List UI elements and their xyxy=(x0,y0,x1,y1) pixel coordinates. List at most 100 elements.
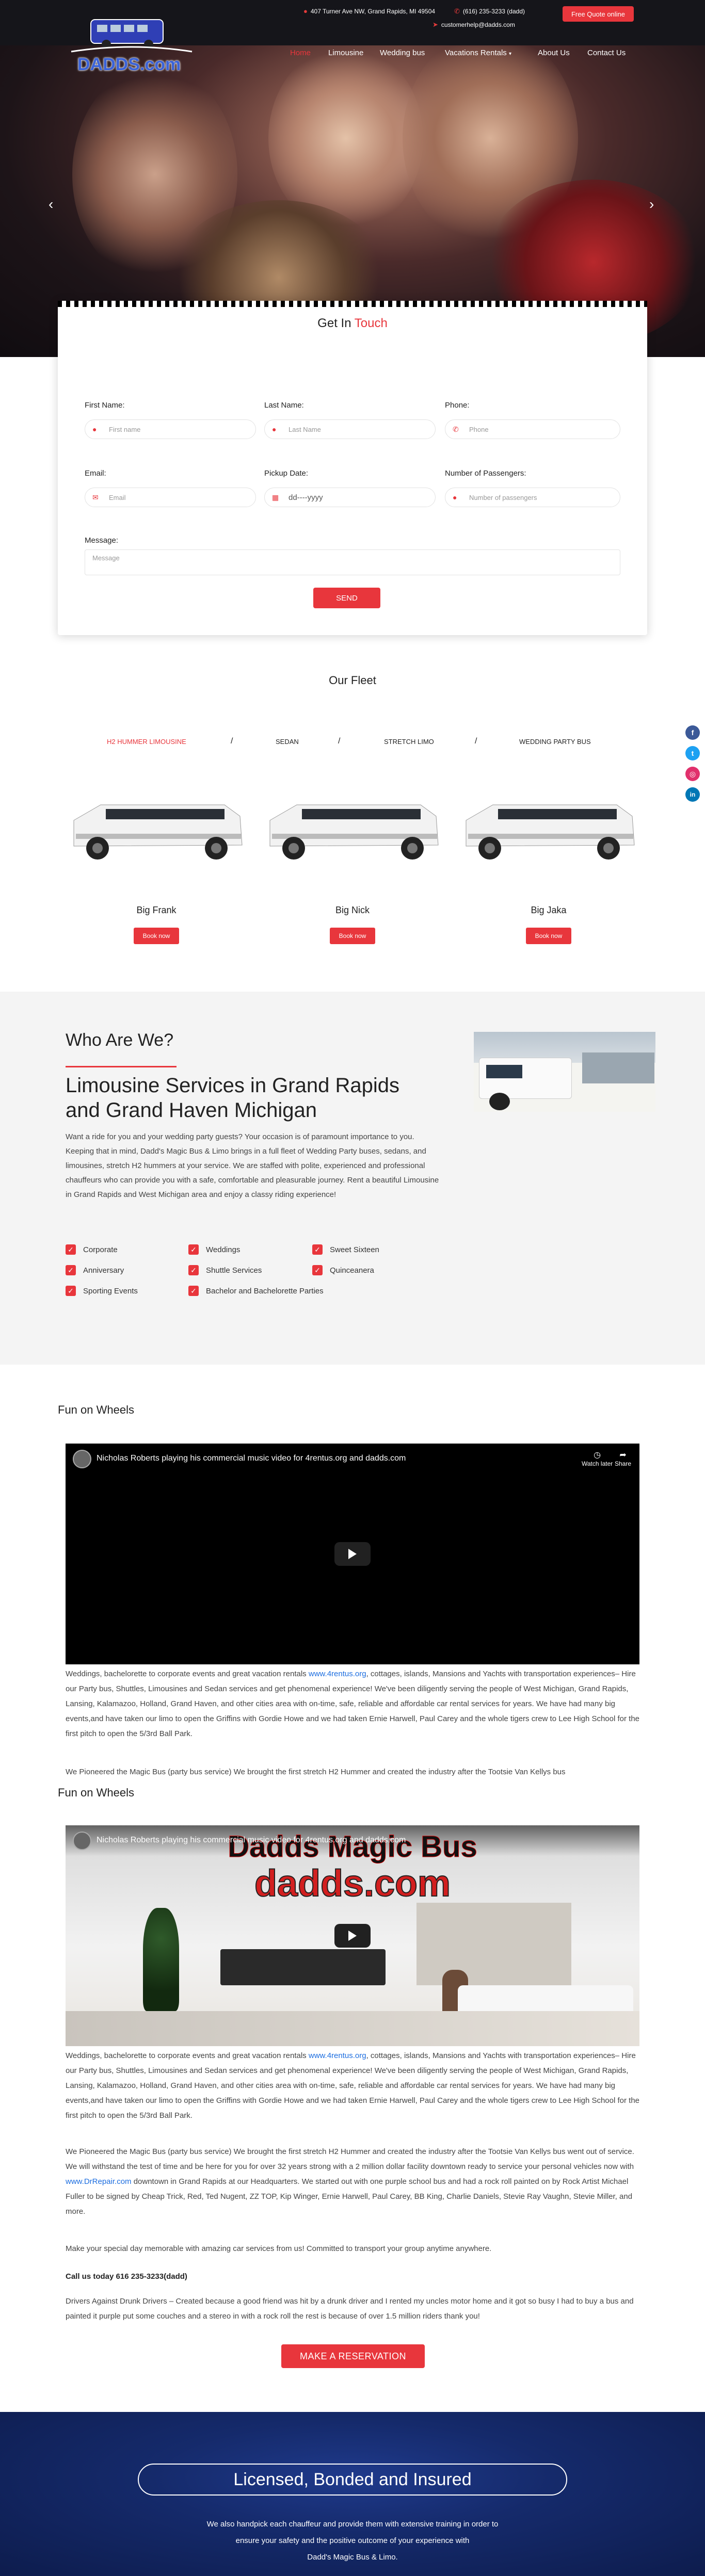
hummer-limo-image[interactable] xyxy=(266,784,441,872)
tab-wedding-party-bus[interactable]: WEDDING PARTY BUS xyxy=(519,738,591,746)
youtube-video-player[interactable]: Dadds Magic Bus dadds.com Nicholas Rober… xyxy=(66,1825,639,2046)
video2-paragraph-4: Drivers Against Drunk Drivers – Created … xyxy=(66,2297,634,2321)
contact-form-card: Get In Touch First Name: ● First name Las… xyxy=(58,301,647,635)
licensed-text-line: Dadd's Magic Bus & Limo. xyxy=(307,2553,398,2562)
play-button[interactable] xyxy=(334,1542,371,1566)
nav-wedding-bus[interactable]: Wedding bus xyxy=(380,48,425,57)
video-overlay-url: dadds.com xyxy=(254,1862,451,1905)
facebook-icon[interactable]: f xyxy=(685,725,700,740)
instagram-icon[interactable]: ◎ xyxy=(685,767,700,781)
who-heading: Limousine Services in Grand Rapids and G… xyxy=(66,1074,399,1122)
message-field[interactable]: Message xyxy=(85,549,620,575)
fun-on-wheels-title: Fun on Wheels xyxy=(58,1786,134,1799)
passengers-field[interactable]: ● Number of passengers xyxy=(445,488,620,507)
check-icon: ✓ xyxy=(66,1244,76,1255)
nav-about-us[interactable]: About Us xyxy=(538,48,570,57)
video-title[interactable]: Nicholas Roberts playing his commercial … xyxy=(97,1454,406,1463)
linkedin-icon[interactable]: in xyxy=(685,787,700,802)
4rentus-link[interactable]: www.4rentus.org xyxy=(309,1670,366,1678)
text-span: downtown in Grand Rapids at our Headquar… xyxy=(66,2177,633,2216)
email-text[interactable]: customerhelp@dadds.com xyxy=(441,21,515,28)
hummer-limo-image[interactable] xyxy=(70,784,245,872)
video2-paragraph-2: We Pioneered the Magic Bus (party bus se… xyxy=(66,2144,639,2219)
pickup-date-field[interactable]: ▦ dd----yyyy xyxy=(264,488,436,507)
make-reservation-button[interactable]: MAKE A RESERVATION xyxy=(281,2344,425,2368)
pickup-date-label: Pickup Date: xyxy=(264,469,309,478)
youtube-video-player[interactable]: Nicholas Roberts playing his commercial … xyxy=(66,1444,639,1664)
book-now-button[interactable]: Book now xyxy=(134,928,179,944)
licensed-text-line: ensure your safety and the positive outc… xyxy=(235,2536,470,2545)
play-button[interactable] xyxy=(334,1924,371,1948)
channel-avatar[interactable] xyxy=(73,1450,91,1468)
video1-paragraph-1: Weddings, bachelorette to corporate even… xyxy=(66,1666,639,1741)
text-span: , cottages, islands, Mansions and Yachts… xyxy=(66,1670,640,1738)
calendar-icon: ▦ xyxy=(272,493,279,501)
fleet-title: Our Fleet xyxy=(329,674,376,687)
who-title: Who Are We? xyxy=(66,1030,174,1050)
car-name: Big Jaka xyxy=(531,905,567,915)
users-icon: ● xyxy=(453,493,457,501)
phone-icon: ✆ xyxy=(453,425,459,433)
hero-prev-arrow[interactable]: ‹ xyxy=(49,196,53,213)
twitter-icon[interactable]: t xyxy=(685,746,700,760)
channel-avatar[interactable] xyxy=(73,1832,91,1850)
clock-icon: ◷ xyxy=(594,1451,601,1460)
check-icon: ✓ xyxy=(188,1286,199,1296)
logo[interactable]: DADDS.com xyxy=(66,14,197,92)
bus-image xyxy=(474,1032,655,1112)
service-sporting-events: ✓ Sporting Events xyxy=(66,1286,138,1296)
email-info[interactable]: ➤ customerhelp@dadds.com xyxy=(432,21,515,29)
4rentus-link[interactable]: www.4rentus.org xyxy=(309,2051,366,2060)
nav-home[interactable]: Home xyxy=(290,48,311,57)
logo-text: DADDS.com xyxy=(77,55,181,74)
last-name-field[interactable]: ● Last Name xyxy=(264,419,436,439)
tab-stretch-limo[interactable]: STRETCH LIMO xyxy=(384,738,434,746)
send-icon: ➤ xyxy=(432,21,438,28)
check-icon: ✓ xyxy=(66,1286,76,1296)
nav-vacations-label: Vacations Rentals xyxy=(445,48,507,57)
phone-text[interactable]: (616) 235-3233 (dadd) xyxy=(463,8,525,15)
video1-paragraph-2: We Pioneered the Magic Bus (party bus se… xyxy=(66,1768,566,1776)
nav-vacations-rentals[interactable]: Vacations Rentals ▾ xyxy=(445,48,511,57)
send-button[interactable]: SEND xyxy=(313,588,380,608)
first-name-field[interactable]: ● First name xyxy=(85,419,256,439)
tab-sedan[interactable]: SEDAN xyxy=(276,738,299,746)
phone-field[interactable]: ✆ Phone xyxy=(445,419,620,439)
service-label: Weddings xyxy=(206,1245,241,1254)
service-label: Bachelor and Bachelorette Parties xyxy=(206,1286,324,1295)
fun-on-wheels-title: Fun on Wheels xyxy=(58,1403,134,1416)
nav-limousine[interactable]: Limousine xyxy=(328,48,363,57)
contact-title: Get In Touch xyxy=(58,316,647,331)
book-now-button[interactable]: Book now xyxy=(526,928,571,944)
address-text: 407 Turner Ave NW, Grand Rapids, MI 4950… xyxy=(310,7,436,15)
service-label: Shuttle Services xyxy=(206,1266,262,1275)
text-span: Weddings, bachelorette to corporate even… xyxy=(66,2051,309,2060)
free-quote-button[interactable]: Free Quote online xyxy=(563,6,634,22)
first-name-placeholder: First name xyxy=(109,425,141,433)
watch-later-button[interactable]: ◷ Watch later xyxy=(582,1450,613,1467)
text-span: We Pioneered the Magic Bus (party bus se… xyxy=(66,2147,634,2171)
contact-title-accent: Touch xyxy=(354,316,388,330)
last-name-placeholder: Last Name xyxy=(289,425,321,433)
tab-h2-hummer[interactable]: H2 HUMMER LIMOUSINE xyxy=(107,738,186,746)
phone-info[interactable]: ✆ (616) 235-3233 (dadd) xyxy=(454,7,525,15)
hero-next-arrow[interactable]: › xyxy=(649,196,654,213)
share-icon: ➦ xyxy=(619,1451,627,1460)
service-weddings: ✓ Weddings xyxy=(188,1244,240,1255)
watch-later-label: Watch later xyxy=(582,1460,613,1467)
hummer-limo-image[interactable] xyxy=(462,784,637,872)
email-field[interactable]: ✉ Email xyxy=(85,488,256,507)
share-button[interactable]: ➦ Share xyxy=(615,1450,631,1467)
first-name-label: First Name: xyxy=(85,401,125,410)
book-now-button[interactable]: Book now xyxy=(330,928,375,944)
nav-contact-us[interactable]: Contact Us xyxy=(587,48,626,57)
address-info: ● 407 Turner Ave NW, Grand Rapids, MI 49… xyxy=(303,7,435,15)
card-decor-border xyxy=(58,301,647,307)
text-span: Weddings, bachelorette to corporate even… xyxy=(66,1670,309,1678)
check-icon: ✓ xyxy=(188,1244,199,1255)
video-title[interactable]: Nicholas Roberts playing his commercial … xyxy=(97,1836,406,1845)
service-corporate: ✓ Corporate xyxy=(66,1244,118,1255)
drrepair-link[interactable]: www.DrRepair.com xyxy=(66,2177,132,2186)
call-us-text[interactable]: Call us today 616 235-3233(dadd) xyxy=(66,2269,639,2284)
title-underline xyxy=(66,1066,177,1067)
